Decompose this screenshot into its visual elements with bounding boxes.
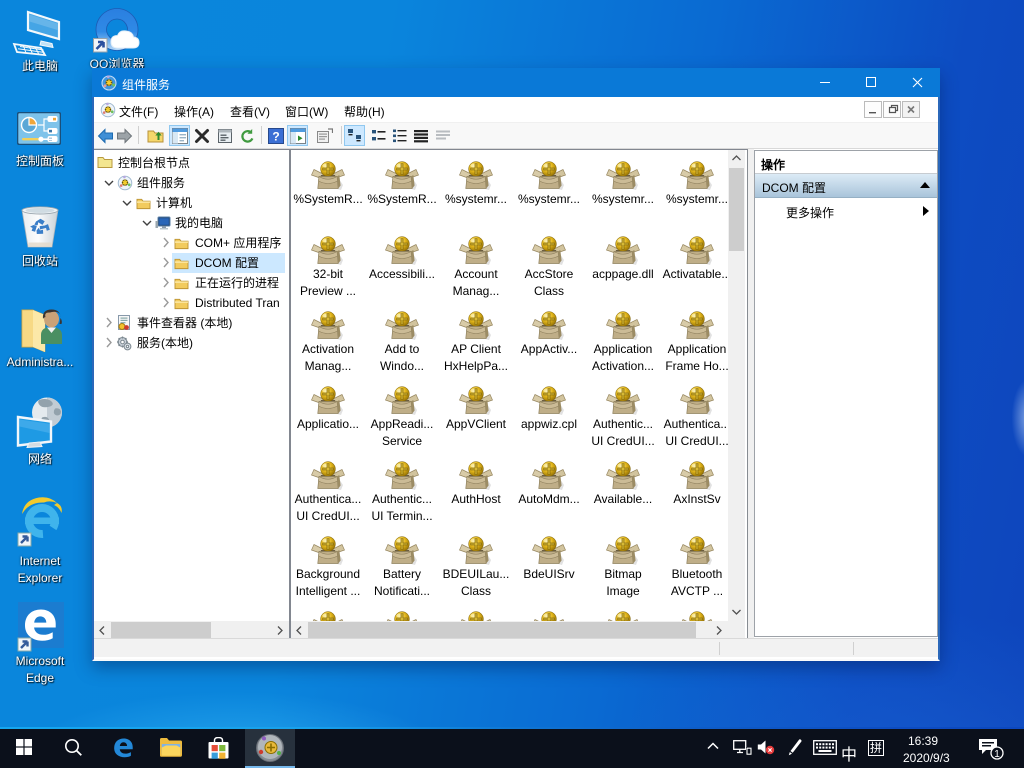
- svg-text:?: ?: [272, 130, 279, 144]
- svg-text:1: 1: [994, 749, 1000, 760]
